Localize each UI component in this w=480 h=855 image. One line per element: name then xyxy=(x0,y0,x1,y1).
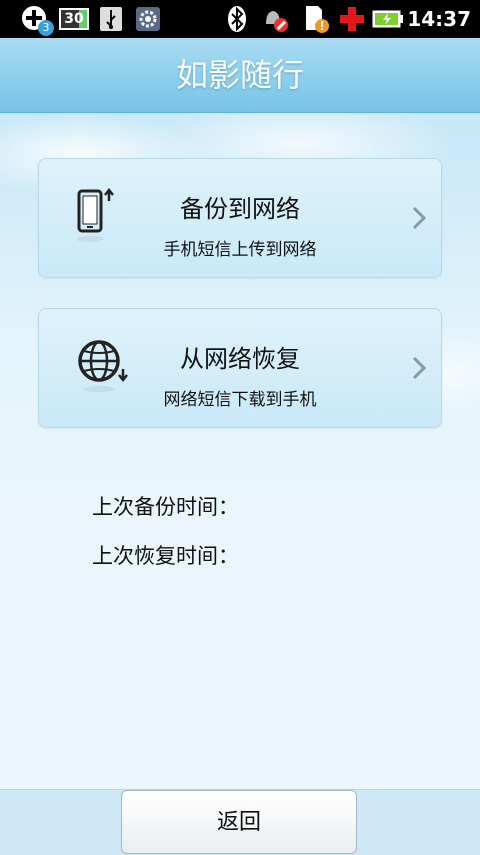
status-bar: 3 30 14:37 xyxy=(0,0,480,38)
battery-charging-icon xyxy=(372,0,404,38)
page-title: 如影随行 xyxy=(175,56,304,94)
bluetooth-icon xyxy=(226,0,248,38)
bottom-bar: 返回 xyxy=(0,789,480,855)
usb-icon xyxy=(98,0,124,38)
notification-count-badge: 3 xyxy=(38,20,54,36)
restore-from-network-card[interactable]: 从网络恢复 网络短信下载到手机 xyxy=(38,308,442,428)
restore-subtitle: 网络短信下载到手机 xyxy=(163,390,317,410)
backup-title: 备份到网络 xyxy=(180,195,300,223)
back-button[interactable]: 返回 xyxy=(121,790,357,854)
clock: 14:37 xyxy=(407,7,471,31)
last-backup-time-label: 上次备份时间： xyxy=(92,495,239,519)
main-content: 备份到网络 手机短信上传到网络 从网络恢复 网络短信下载到手机 上次备份时间： … xyxy=(0,113,480,789)
backup-subtitle: 手机短信上传到网络 xyxy=(163,240,317,260)
sd-warning-icon xyxy=(302,0,332,38)
last-restore-time-label: 上次恢复时间： xyxy=(92,544,239,568)
title-bar: 如影随行 xyxy=(0,38,480,113)
globe-download-icon xyxy=(77,337,128,397)
alarm-off-icon xyxy=(260,0,290,38)
backup-to-network-card[interactable]: 备份到网络 手机短信上传到网络 xyxy=(38,158,442,278)
phone-upload-icon xyxy=(76,187,125,247)
chevron-right-icon xyxy=(411,205,427,231)
settings-icon xyxy=(134,0,162,38)
battery-30-icon: 30 xyxy=(56,0,92,38)
chevron-right-icon xyxy=(411,355,427,381)
red-cross-icon xyxy=(338,0,366,38)
restore-title: 从网络恢复 xyxy=(180,345,300,373)
